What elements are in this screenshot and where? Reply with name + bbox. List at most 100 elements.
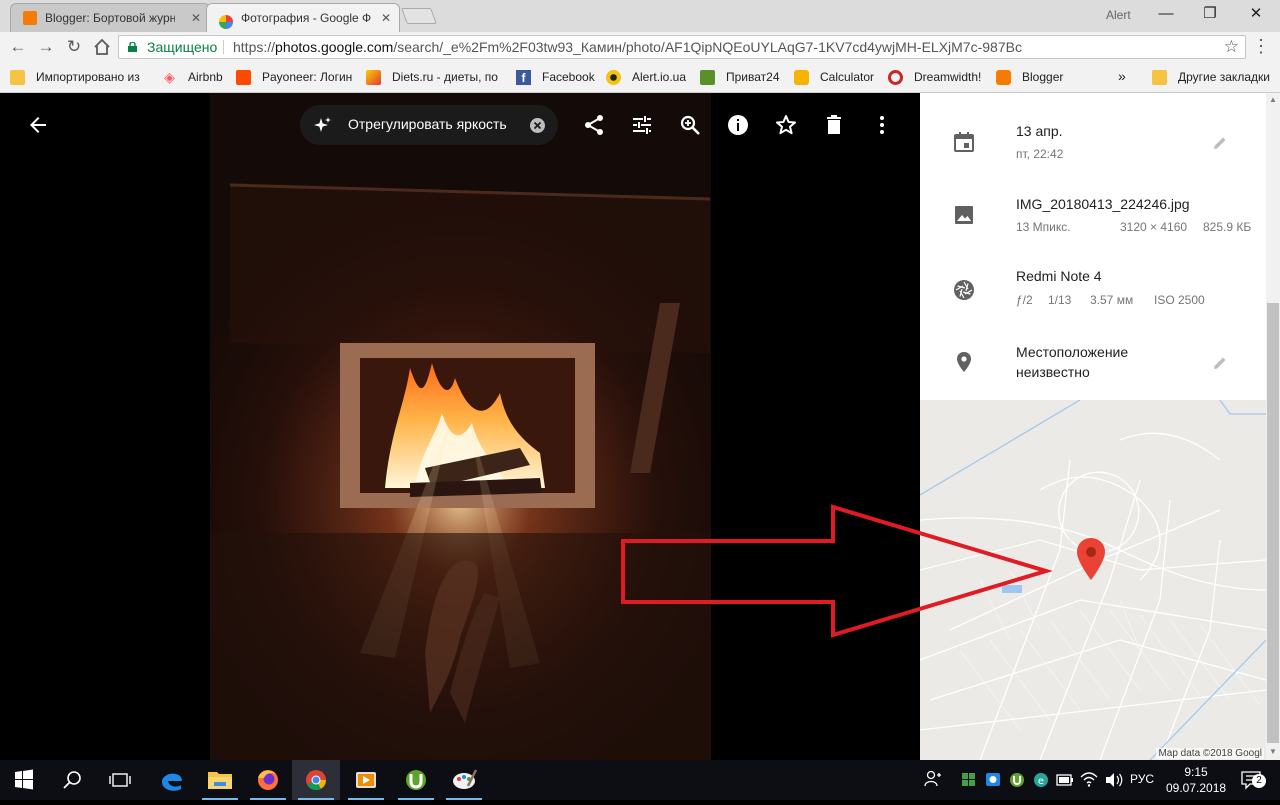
facebook-icon: f xyxy=(516,70,531,85)
map-roads xyxy=(920,400,1266,760)
battery-icon[interactable] xyxy=(1056,760,1074,800)
back-icon[interactable] xyxy=(26,113,50,137)
firefox-icon[interactable] xyxy=(244,760,292,800)
airbnb-icon: ◈ xyxy=(164,69,175,85)
browser-menu-icon[interactable]: ⋮ xyxy=(1252,36,1270,56)
photo-viewer: Отрегулировать яркость xyxy=(0,93,920,760)
location-line-2: неизвестно xyxy=(1016,364,1090,380)
people-icon[interactable] xyxy=(922,760,944,800)
secure-label: Защищено xyxy=(147,39,218,55)
security-shield-icon[interactable] xyxy=(960,760,978,800)
edit-pencil-icon[interactable] xyxy=(1212,135,1228,151)
scrollbar-thumb[interactable] xyxy=(1267,303,1279,743)
clock[interactable]: 9:15 09.07.2018 xyxy=(1166,764,1226,796)
calendar-icon xyxy=(954,132,974,152)
file-explorer-icon[interactable] xyxy=(196,760,244,800)
utorrent-tray-icon[interactable] xyxy=(1008,760,1026,800)
task-view-icon[interactable] xyxy=(96,760,144,800)
svg-text:e: e xyxy=(1038,776,1044,787)
profile-name[interactable]: Alert xyxy=(1106,8,1131,22)
tab-blogger[interactable]: Blogger: Бортовой журн ✕ xyxy=(10,3,210,32)
dismiss-icon[interactable] xyxy=(530,118,545,133)
forward-arrow-icon[interactable]: → xyxy=(34,34,58,60)
restore-button[interactable]: ❐ xyxy=(1190,2,1230,28)
map-pin-icon[interactable] xyxy=(1077,538,1105,580)
folder-icon xyxy=(1152,70,1167,85)
privat24-icon xyxy=(700,70,715,85)
info-icon[interactable] xyxy=(726,113,750,137)
notification-center-icon[interactable]: 2 xyxy=(1238,760,1268,800)
calculator-icon xyxy=(794,70,809,85)
aperture-icon xyxy=(954,280,974,300)
image-icon xyxy=(955,206,973,224)
url-text[interactable]: https://photos.google.com/search/_e%2Fm%… xyxy=(233,36,1022,58)
close-tab-icon[interactable]: ✕ xyxy=(381,4,391,32)
google-photos-icon xyxy=(219,11,233,29)
scroll-up-arrow-icon[interactable]: ▲ xyxy=(1268,95,1278,104)
search-icon[interactable] xyxy=(48,760,96,800)
wifi-icon[interactable] xyxy=(1080,760,1098,800)
chrome-icon[interactable] xyxy=(292,760,340,800)
input-language[interactable]: РУС xyxy=(1130,772,1154,786)
star-icon[interactable] xyxy=(774,113,798,137)
tray-app-icon[interactable] xyxy=(984,760,1002,800)
share-icon[interactable] xyxy=(582,113,606,137)
file-size: 825.9 КБ xyxy=(1203,220,1252,234)
adjust-brightness-label: Отрегулировать яркость xyxy=(348,116,507,132)
address-bar[interactable]: Защищено https://photos.google.com/searc… xyxy=(118,35,1246,59)
info-panel-scrollbar[interactable]: ▲ ▼ xyxy=(1266,93,1280,760)
minimize-button[interactable]: — xyxy=(1146,2,1186,28)
payoneer-icon xyxy=(236,70,251,85)
tab-title: Blogger: Бортовой журн xyxy=(45,11,175,25)
bookmarks-bar: Импортировано из ◈ Airbnb Payoneer: Логи… xyxy=(0,62,1280,93)
new-tab-button[interactable] xyxy=(401,8,437,24)
clock-time: 9:15 xyxy=(1184,765,1208,779)
blogger-icon xyxy=(23,11,37,25)
date-primary: 13 апр. xyxy=(1016,123,1063,139)
camera-model: Redmi Note 4 xyxy=(1016,268,1102,284)
scroll-down-arrow-icon[interactable]: ▼ xyxy=(1268,747,1278,756)
location-line-1: Местоположение xyxy=(1016,344,1129,360)
edit-icon[interactable] xyxy=(630,113,654,137)
close-tab-icon[interactable]: ✕ xyxy=(191,4,201,32)
edge-icon[interactable] xyxy=(148,760,196,800)
camera-shutter: 1/13 xyxy=(1048,293,1072,307)
media-player-icon[interactable] xyxy=(342,760,390,800)
clock-date: 09.07.2018 xyxy=(1166,781,1227,795)
bookmark-star-icon[interactable]: ☆ xyxy=(1224,36,1239,58)
volume-icon[interactable] xyxy=(1104,760,1124,800)
tab-google-photos[interactable]: Фотография - Google Фо ✕ xyxy=(206,3,400,32)
location-pin-icon xyxy=(957,352,971,372)
camera-aperture: ƒ/2 xyxy=(1016,293,1033,307)
edit-pencil-icon[interactable] xyxy=(1212,355,1228,371)
adjust-brightness-button[interactable]: Отрегулировать яркость xyxy=(300,105,558,145)
folder-icon xyxy=(10,70,25,85)
blogger-icon xyxy=(996,70,1011,85)
more-icon[interactable] xyxy=(870,113,894,137)
info-panel: 13 апр. пт, 22:42 IMG_20180413_224246.jp… xyxy=(920,93,1266,400)
tray-app-icon[interactable]: e xyxy=(1032,760,1050,800)
paint-icon[interactable] xyxy=(440,760,488,800)
windows-start-icon[interactable] xyxy=(0,760,48,800)
map[interactable]: Map data ©2018 Googl xyxy=(920,400,1266,760)
file-name: IMG_20180413_224246.jpg xyxy=(1016,196,1190,212)
reload-icon[interactable]: ↻ xyxy=(62,34,86,60)
close-window-button[interactable]: ✕ xyxy=(1236,2,1276,28)
notification-count: 2 xyxy=(1252,774,1266,788)
diets-icon xyxy=(366,70,381,85)
map-attribution: Map data ©2018 Googl xyxy=(1156,748,1264,759)
photo[interactable] xyxy=(210,93,711,760)
camera-iso: ISO 2500 xyxy=(1154,293,1205,307)
utorrent-icon[interactable] xyxy=(392,760,440,800)
home-icon[interactable] xyxy=(90,34,114,60)
tab-title: Фотография - Google Фо xyxy=(241,11,371,25)
delete-icon[interactable] xyxy=(822,113,846,137)
zoom-icon[interactable] xyxy=(678,113,702,137)
dreamwidth-icon xyxy=(888,70,903,85)
sparkle-icon xyxy=(314,117,331,132)
more-bookmarks-chevron-icon[interactable]: » xyxy=(1118,68,1138,84)
divider xyxy=(223,40,224,54)
camera-focal-length: 3.57 мм xyxy=(1090,293,1134,307)
back-arrow-icon[interactable]: ← xyxy=(6,34,30,60)
date-secondary: пт, 22:42 xyxy=(1016,147,1064,161)
